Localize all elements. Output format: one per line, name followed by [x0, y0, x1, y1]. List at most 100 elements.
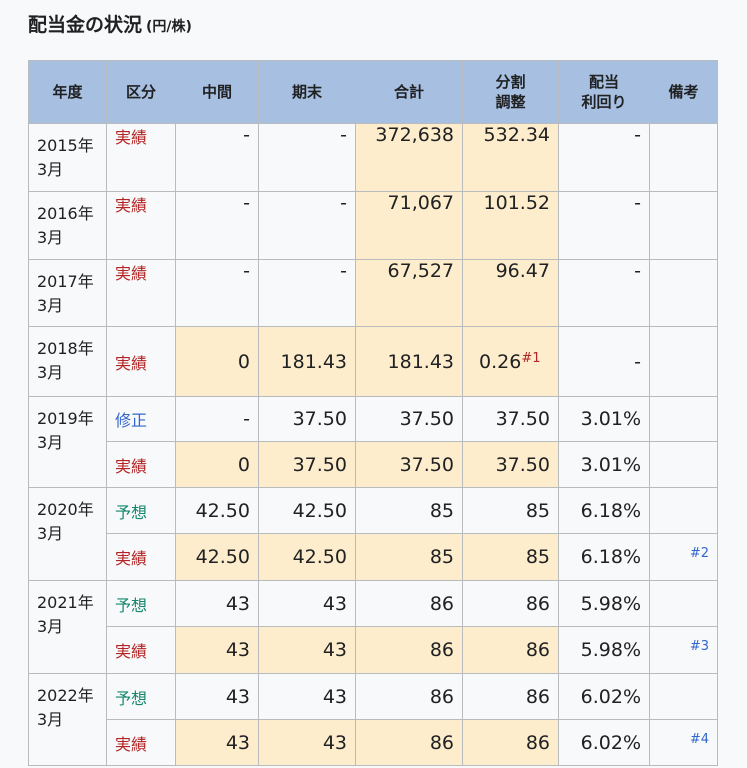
header-note-label: 備考 — [668, 83, 699, 101]
interim-cell: - — [175, 123, 259, 192]
final-cell: - — [258, 191, 356, 260]
note-cell — [649, 326, 718, 397]
footnote-link-3[interactable]: #3 — [690, 639, 709, 654]
header-row: 年度 区分 中間 期末 合計 分割 調整 配当 利回り 備考 — [28, 60, 718, 124]
month-text: 3月 — [37, 617, 64, 636]
adjusted-cell: 86 — [462, 719, 559, 766]
final-cell: 37.50 — [258, 441, 356, 488]
table-row: 2019年 3月 修正 - 37.50 37.50 37.50 3.01% — [28, 396, 718, 488]
adjusted-value: 0.26 — [479, 350, 522, 373]
header-interim-label: 中間 — [201, 83, 232, 101]
dividend-table: 年度 区分 中間 期末 合計 分割 調整 配当 利回り 備考 2015年 3月 実績 … — [28, 60, 718, 766]
table-row: 実績 43 43 86 86 6.02% #4 — [29, 719, 718, 766]
year-text: 2018年 — [37, 339, 94, 358]
interim-cell: 42.50 — [175, 487, 259, 534]
month-text: 3月 — [37, 433, 64, 452]
total-cell: 181.43 — [355, 326, 463, 397]
table-row: 2022年 3月 予想 43 43 86 86 6.02% — [28, 673, 718, 766]
final-cell: 43 — [258, 580, 356, 627]
footnote-link-2[interactable]: #2 — [690, 546, 709, 561]
yield-cell: 6.18% — [558, 487, 650, 534]
total-cell: 86 — [355, 719, 463, 766]
table-row: 2016年 3月 実績 - - 71,067 101.52 - — [28, 191, 718, 260]
month-text: 3月 — [37, 160, 64, 179]
final-cell: 42.50 — [258, 487, 356, 534]
adjusted-cell: 85 — [462, 487, 559, 534]
year-cell: 2016年 3月 — [28, 191, 107, 260]
yield-cell: 6.02% — [558, 719, 650, 766]
yield-cell: - — [558, 123, 650, 192]
footnote-link-4[interactable]: #4 — [690, 732, 709, 747]
header-adjusted: 分割 調整 — [462, 60, 559, 124]
table-row: 実績 43 43 86 86 5.98% #3 — [29, 626, 718, 674]
interim-cell: 0 — [175, 326, 259, 397]
year-text: 2021年 — [37, 593, 94, 612]
final-cell: 181.43 — [258, 326, 356, 397]
yield-cell: 5.98% — [558, 626, 650, 674]
table-row: 2017年 3月 実績 - - 67,527 96.47 - — [28, 259, 718, 327]
header-kind: 区分 — [106, 60, 176, 124]
header-yield: 配当 利回り — [558, 60, 650, 124]
total-cell: 37.50 — [355, 396, 463, 442]
note-cell — [649, 123, 718, 192]
adjusted-cell: 532.34 — [462, 123, 559, 192]
table-row: 実績 0 37.50 37.50 37.50 3.01% — [29, 441, 718, 488]
table-row: 2020年 3月 予想 42.50 42.50 85 85 6.18% — [28, 487, 718, 581]
kind-cell: 実績 — [106, 259, 176, 327]
header-year-label: 年度 — [52, 83, 83, 101]
kind-cell: 修正 — [106, 396, 176, 442]
yield-cell: - — [558, 326, 650, 397]
kind-cell: 予想 — [106, 487, 176, 534]
year-text: 2017年 — [37, 272, 94, 291]
adjusted-cell: 37.50 — [462, 396, 559, 442]
month-text: 3月 — [37, 363, 64, 382]
kind-cell: 実績 — [106, 719, 176, 766]
kind-cell: 実績 — [106, 191, 176, 260]
note-cell — [649, 580, 718, 627]
table-row: 2021年 3月 予想 43 43 86 86 5.98% — [28, 580, 718, 674]
yield-cell: 3.01% — [558, 396, 650, 442]
footnote-link-1[interactable]: #1 — [521, 351, 540, 366]
yield-cell: 6.02% — [558, 673, 650, 720]
table-row: 2015年 3月 実績 - - 372,638 532.34 - — [28, 123, 718, 192]
month-text: 3月 — [37, 228, 64, 247]
header-adjusted-label-2: 調整 — [495, 93, 526, 111]
month-text: 3月 — [37, 296, 64, 315]
note-cell: #2 — [649, 533, 718, 581]
adjusted-cell: 86 — [462, 673, 559, 720]
year-text: 2016年 — [37, 204, 94, 223]
total-cell: 86 — [355, 673, 463, 720]
note-cell: #4 — [649, 719, 718, 766]
total-cell: 85 — [355, 533, 463, 581]
year-cell: 2020年 3月 — [28, 487, 107, 581]
final-cell: 37.50 — [258, 396, 356, 442]
year-text: 2015年 — [37, 136, 94, 155]
adjusted-cell: 86 — [462, 580, 559, 627]
final-cell: 43 — [258, 673, 356, 720]
yield-cell: - — [558, 259, 650, 327]
total-cell: 86 — [355, 626, 463, 674]
kind-cell: 実績 — [106, 441, 176, 488]
month-text: 3月 — [37, 710, 64, 729]
yield-cell: 5.98% — [558, 580, 650, 627]
yield-cell: 6.18% — [558, 533, 650, 581]
year-text: 2020年 — [37, 500, 94, 519]
total-cell: 85 — [355, 487, 463, 534]
note-cell — [649, 396, 718, 442]
note-cell — [649, 673, 718, 720]
final-cell: - — [258, 123, 356, 192]
header-yield-label-1: 配当 — [588, 73, 619, 91]
kind-cell: 実績 — [106, 123, 176, 192]
interim-cell: 43 — [175, 580, 259, 627]
table-row: 実績 42.50 42.50 85 85 6.18% #2 — [29, 533, 718, 581]
table-row: 2018年 3月 実績 0 181.43 181.43 0.26#1 - — [28, 326, 718, 397]
year-cell: 2021年 3月 — [28, 580, 107, 674]
year-cell: 2019年 3月 — [28, 396, 107, 488]
title-unit: (円/株) — [146, 19, 192, 35]
total-cell: 67,527 — [355, 259, 463, 327]
final-cell: - — [258, 259, 356, 327]
final-cell: 43 — [258, 719, 356, 766]
header-kind-label: 区分 — [125, 83, 156, 101]
header-total-label: 合計 — [393, 83, 424, 101]
note-cell: #3 — [649, 626, 718, 674]
